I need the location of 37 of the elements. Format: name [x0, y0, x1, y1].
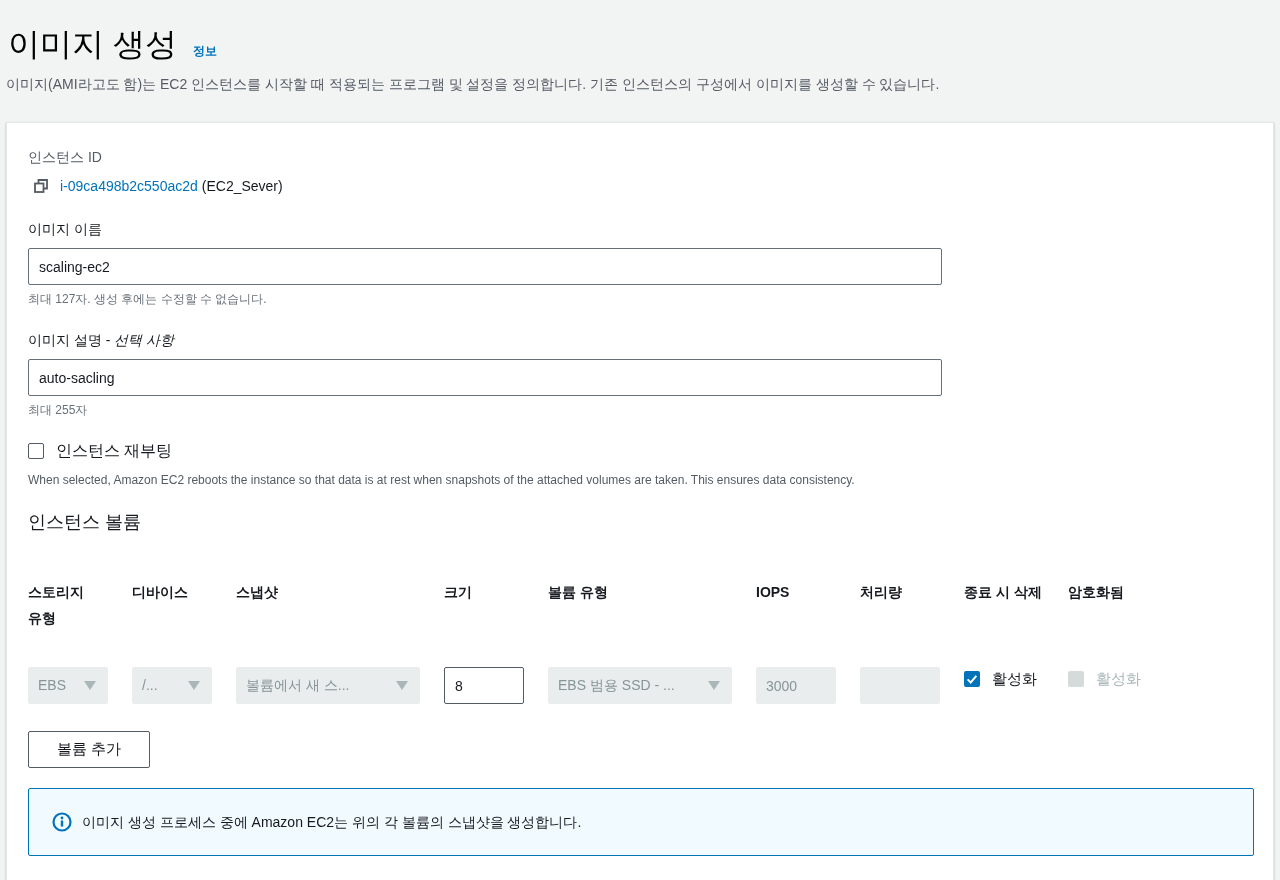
- column-header: 스토리지 유형: [28, 583, 85, 628]
- checkbox-label: 활성화: [992, 669, 1037, 689]
- instance-name: (EC2_Sever): [201, 177, 283, 196]
- page-title: 이미지 생성: [8, 25, 177, 64]
- column-header: 볼륨 유형: [548, 583, 609, 602]
- page-description: 이미지(AMI라고도 함)는 EC2 인스턴스를 시작할 때 적용되는 프로그램 및 설정을 정의합니다. 기존 인스턴스의 구성에서 이미지를 생성할 수 있습니다.: [6, 75, 941, 94]
- column-header: IOPS: [756, 583, 791, 602]
- section-heading: 인스턴스 볼륨: [28, 511, 142, 534]
- field-label: 이미지 설명 - 선택 사항: [28, 331, 176, 350]
- column-header: 암호화됨: [1068, 583, 1125, 602]
- caret-icon: [708, 681, 720, 690]
- instance-id-label: 인스턴스 ID: [28, 148, 103, 167]
- caret-icon: [396, 681, 408, 690]
- alert-text: 이미지 생성 프로세스 중에 Amazon EC2는 위의 각 볼륨의 스냅샷을 생성합니다.: [82, 813, 582, 832]
- field-hint: 최대 255자: [28, 402, 89, 418]
- input-field[interactable]: scaling-ec2: [28, 248, 942, 285]
- checkbox-label: 인스턴스 재부팅: [56, 441, 173, 461]
- input-field[interactable]: auto-sacling: [28, 359, 942, 396]
- field-label: 이미지 이름: [28, 220, 103, 239]
- column-header: 디바이스: [132, 583, 189, 602]
- info-link[interactable]: 정보: [192, 42, 217, 60]
- info-icon: [52, 812, 72, 832]
- instance-id-link[interactable]: i-09ca498b2c550ac2d: [60, 176, 198, 196]
- checkbox[interactable]: [28, 443, 44, 459]
- checkbox-label: 활성화: [1096, 669, 1141, 689]
- reboot-description: When selected, Amazon EC2 reboots the instance so that data is at rest when snapshots of the attached volumes are taken. This ensures data consistency.: [28, 472, 856, 488]
- checkbox[interactable]: [964, 671, 980, 687]
- caret-icon: [188, 681, 200, 690]
- column-header: 종료 시 삭제: [964, 583, 1043, 602]
- copy-icon: [34, 179, 48, 193]
- input-field[interactable]: 8: [444, 667, 524, 704]
- caret-icon: [84, 681, 96, 690]
- add-volume-button[interactable]: 볼륨 추가: [28, 731, 150, 768]
- column-header: 크기: [444, 583, 473, 602]
- field-hint: 최대 127자. 생성 후에는 수정할 수 없습니다.: [28, 291, 268, 307]
- column-header: 스냅샷: [236, 583, 279, 602]
- column-header: 처리량: [860, 583, 903, 602]
